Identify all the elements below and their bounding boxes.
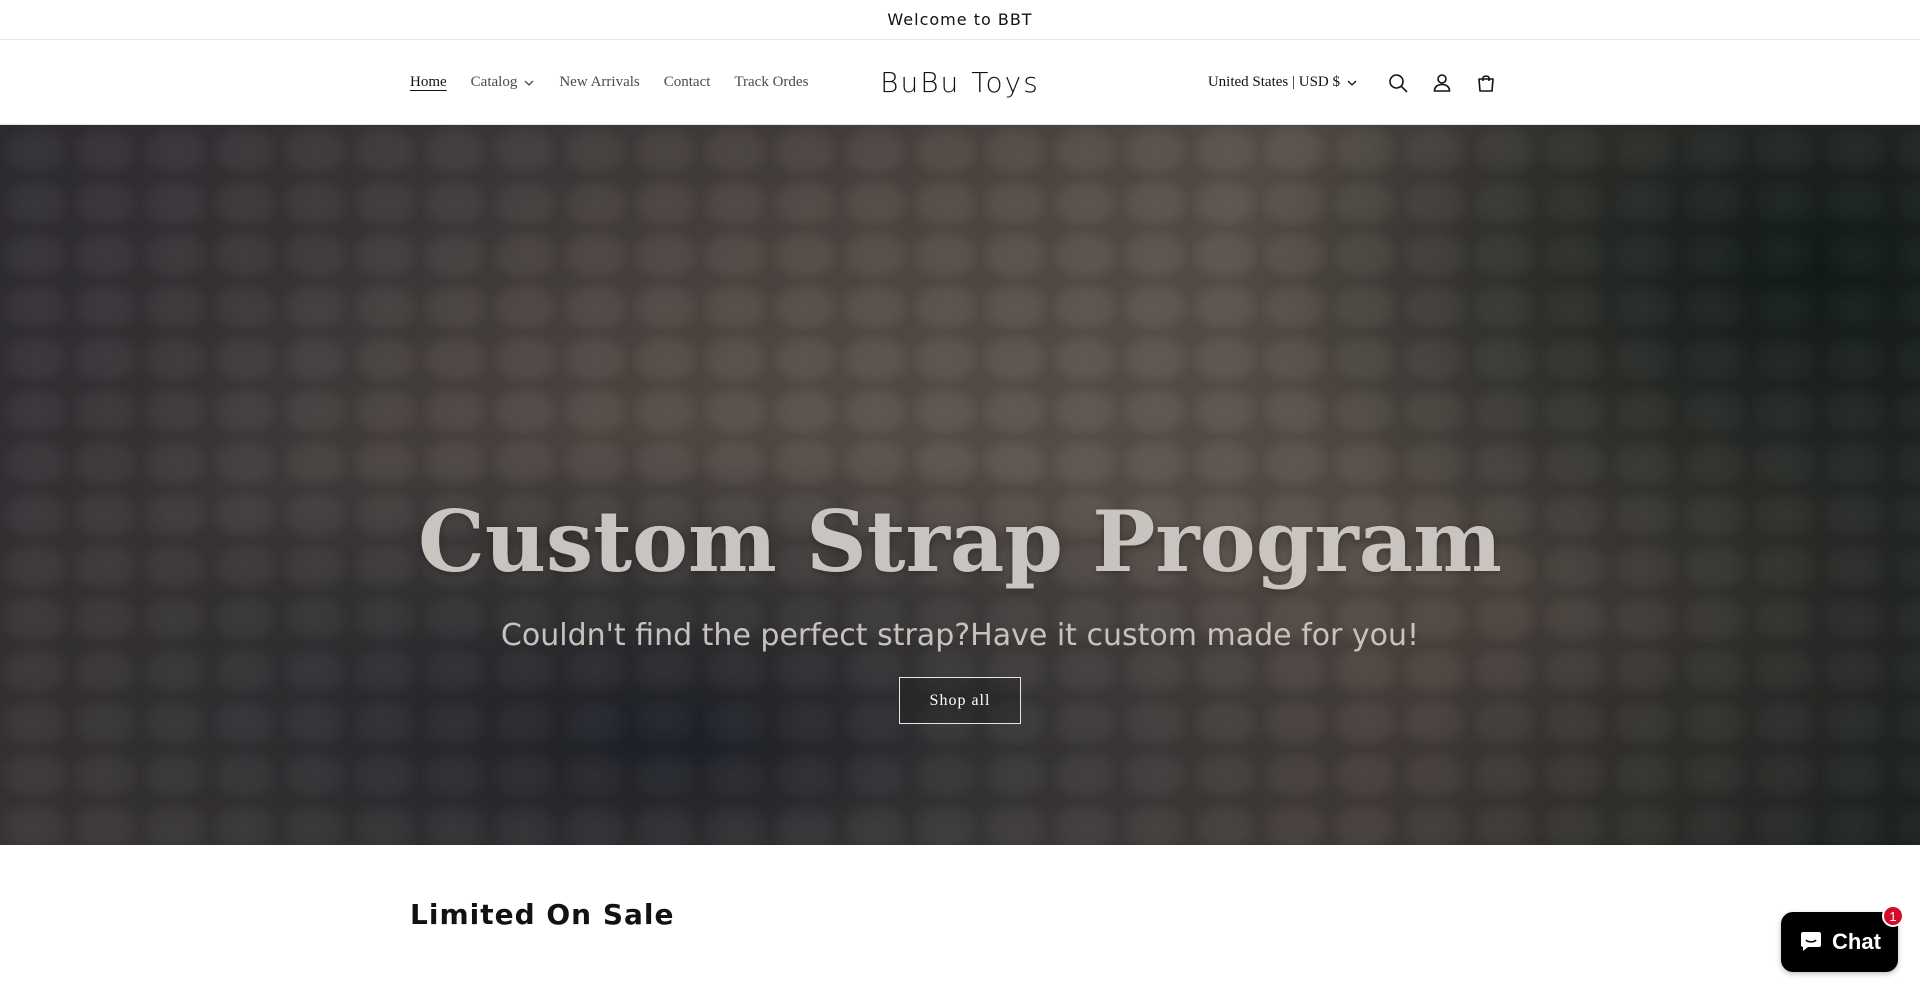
nav-item-track-orders[interactable]: Track Ordes xyxy=(734,74,808,91)
section-title-limited-sale: Limited On Sale xyxy=(410,898,675,931)
logo-wrapper: BuBu Toys xyxy=(0,40,1920,125)
locale-label: United States | USD $ xyxy=(1207,74,1340,90)
nav-item-contact[interactable]: Contact xyxy=(664,74,711,91)
cart-button[interactable] xyxy=(1464,61,1508,105)
chat-button[interactable]: Chat xyxy=(1781,912,1898,972)
chat-notification-badge: 1 xyxy=(1882,905,1904,927)
nav-label-new-arrivals: New Arrivals xyxy=(559,74,640,90)
hero-subtitle: Couldn't find the perfect strap?Have it … xyxy=(500,618,1420,653)
search-icon xyxy=(1389,73,1408,93)
chevron-down-icon xyxy=(1347,80,1357,86)
hero-content: Custom Strap Program Couldn't find the p… xyxy=(0,125,1920,845)
chevron-down-icon xyxy=(524,80,534,86)
site-header: Home Catalog New Arrivals Contact Track … xyxy=(0,40,1920,125)
shop-all-button[interactable]: Shop all xyxy=(899,677,1021,724)
nav-label-home: Home xyxy=(410,74,447,90)
cart-icon xyxy=(1478,74,1494,92)
nav-label-track-orders: Track Ordes xyxy=(734,74,809,90)
nav-label-catalog: Catalog xyxy=(470,74,518,90)
chat-label: Chat xyxy=(1832,929,1881,954)
announcement-bar: Welcome to BBT xyxy=(0,0,1920,40)
hero-title: Custom Strap Program xyxy=(417,492,1503,591)
main-nav: Home Catalog New Arrivals Contact Track … xyxy=(410,40,832,125)
announcement-text: Welcome to BBT xyxy=(887,10,1033,29)
header-tools: United States | USD $ xyxy=(1208,40,1508,125)
nav-item-catalog[interactable]: Catalog xyxy=(471,74,536,91)
nav-item-new-arrivals[interactable]: New Arrivals xyxy=(559,74,639,91)
brand-logo[interactable]: BuBu Toys xyxy=(880,66,1040,99)
chat-bubble-icon xyxy=(1801,932,1822,951)
hero-banner: Custom Strap Program Couldn't find the p… xyxy=(0,125,1920,845)
locale-selector[interactable]: United States | USD $ xyxy=(1208,74,1358,91)
account-button[interactable] xyxy=(1420,61,1464,105)
account-icon xyxy=(1433,73,1451,92)
nav-item-home[interactable]: Home xyxy=(410,74,447,91)
search-button[interactable] xyxy=(1376,61,1420,105)
nav-label-contact: Contact xyxy=(663,74,711,90)
